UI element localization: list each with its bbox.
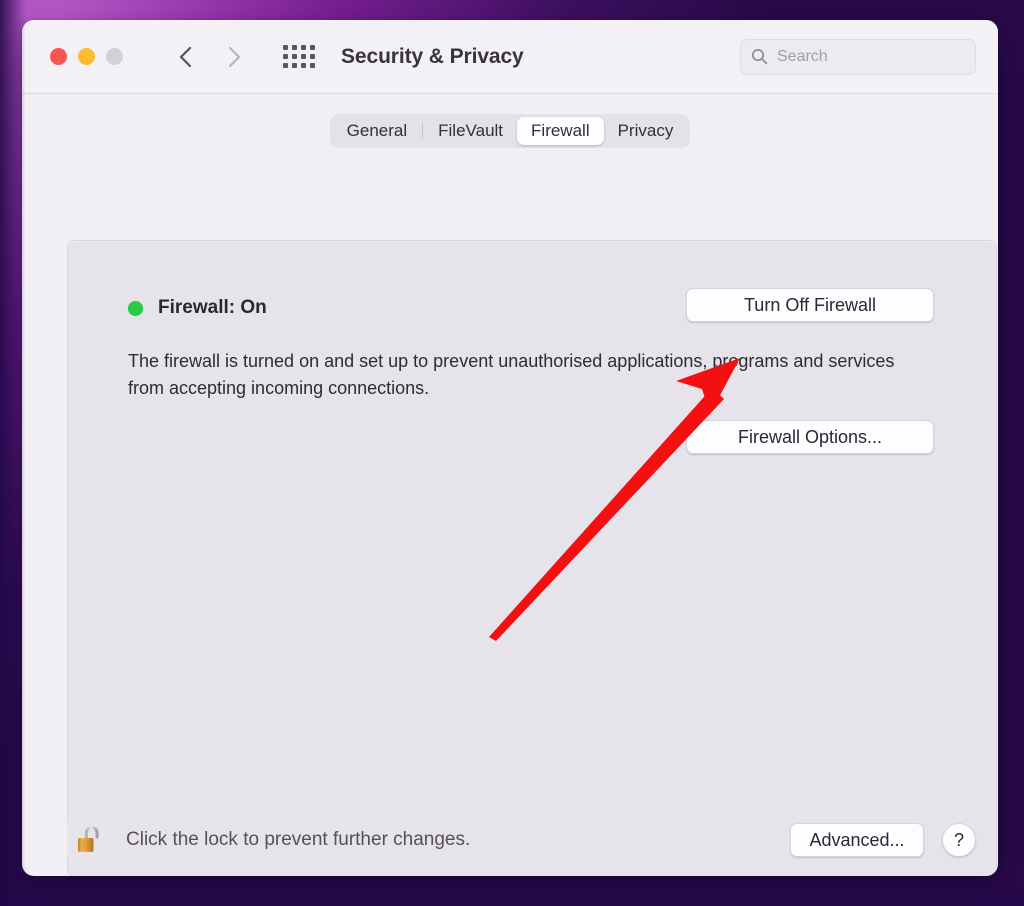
turn-off-firewall-button[interactable]: Turn Off Firewall: [686, 288, 934, 322]
navigation-buttons: [175, 44, 245, 70]
system-preferences-window: Security & Privacy Search General FileVa…: [22, 20, 998, 876]
advanced-button[interactable]: Advanced...: [790, 822, 924, 857]
bottom-actions: Advanced... ?: [790, 822, 976, 857]
tab-separator: [422, 123, 424, 139]
window-controls: [50, 48, 123, 65]
tab-filevault[interactable]: FileVault: [424, 117, 517, 145]
tab-general[interactable]: General: [333, 117, 421, 145]
firewall-panel: Firewall: On Turn Off Firewall The firew…: [67, 240, 997, 876]
tab-privacy[interactable]: Privacy: [604, 117, 688, 145]
help-button[interactable]: ?: [942, 822, 976, 857]
lock-hint-text: Click the lock to prevent further change…: [126, 828, 471, 850]
page-title: Security & Privacy: [341, 44, 524, 68]
unlocked-padlock-icon: [77, 825, 99, 852]
window-titlebar: Security & Privacy Search: [22, 20, 998, 94]
tab-bar-container: General FileVault Firewall Privacy: [22, 94, 998, 148]
close-button[interactable]: [50, 48, 67, 65]
lock-button[interactable]: [67, 817, 112, 862]
desktop-wallpaper: Security & Privacy Search General FileVa…: [0, 0, 1024, 906]
status-indicator-icon: [128, 300, 143, 316]
search-icon: [751, 48, 768, 65]
back-chevron-icon[interactable]: [175, 44, 197, 70]
tab-bar: General FileVault Firewall Privacy: [329, 114, 691, 148]
minimize-button[interactable]: [78, 48, 95, 65]
firewall-status-label: Firewall: On: [158, 297, 267, 318]
firewall-options-button[interactable]: Firewall Options...: [686, 420, 934, 454]
forward-chevron-icon[interactable]: [223, 44, 245, 70]
window-body: General FileVault Firewall Privacy Firew…: [22, 94, 998, 876]
bottom-bar: Click the lock to prevent further change…: [22, 803, 998, 876]
search-field[interactable]: Search: [740, 38, 976, 75]
tab-firewall[interactable]: Firewall: [517, 117, 604, 145]
show-all-grid-icon[interactable]: [283, 45, 315, 68]
zoom-button: [106, 48, 123, 65]
firewall-description: The firewall is turned on and set up to …: [128, 351, 895, 398]
search-placeholder: Search: [777, 47, 828, 65]
